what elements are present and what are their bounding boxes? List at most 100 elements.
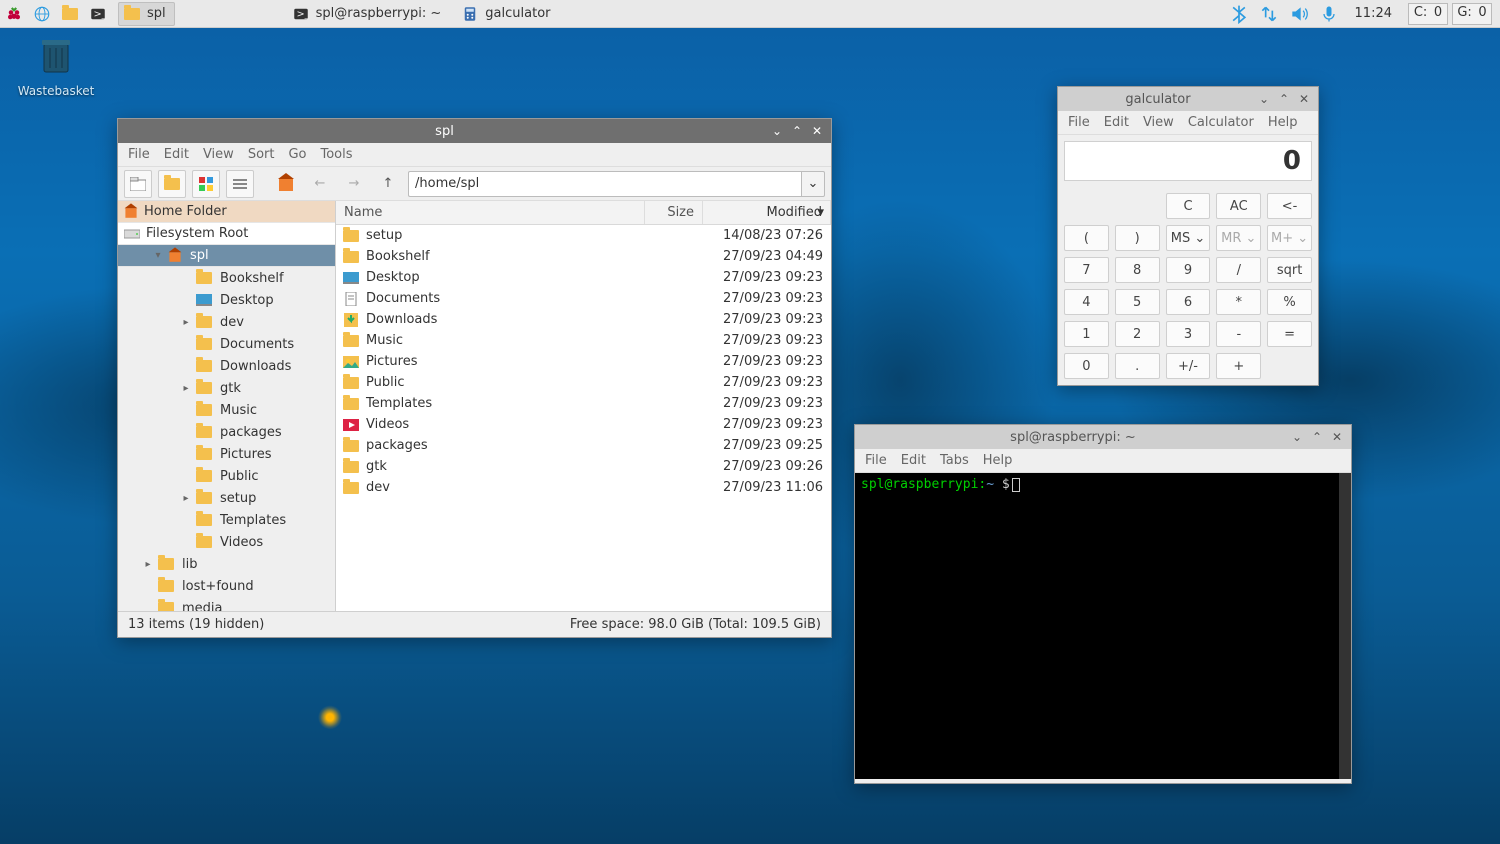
calc-key-[interactable]: / [1216, 257, 1261, 283]
close-button[interactable]: ✕ [1329, 429, 1345, 445]
terminal-scrollbar[interactable] [1339, 473, 1351, 779]
maximize-button[interactable]: ⌃ [1276, 91, 1292, 107]
tree-item[interactable]: Documents [118, 333, 335, 355]
calc-key-[interactable]: * [1216, 289, 1261, 315]
calc-key-ac[interactable]: AC [1216, 193, 1261, 219]
path-dropdown[interactable]: ⌄ [801, 171, 825, 197]
menu-file[interactable]: File [865, 453, 887, 468]
menu-tools[interactable]: Tools [321, 147, 353, 162]
tree-item[interactable]: Downloads [118, 355, 335, 377]
menu-help[interactable]: Help [1268, 115, 1298, 130]
expand-icon[interactable]: ▾ [152, 250, 164, 261]
up-button[interactable]: ↑ [374, 170, 402, 198]
tree-item[interactable]: Pictures [118, 443, 335, 465]
microphone-icon[interactable] [1319, 4, 1339, 24]
file-row[interactable]: Public27/09/23 09:23 [336, 372, 831, 393]
tree-item[interactable]: ▸setup [118, 487, 335, 509]
menu-tabs[interactable]: Tabs [940, 453, 969, 468]
calc-key-6[interactable]: 6 [1166, 289, 1211, 315]
calc-key-[interactable]: - [1216, 321, 1261, 347]
file-row[interactable]: setup14/08/23 07:26 [336, 225, 831, 246]
tree-item[interactable]: Templates [118, 509, 335, 531]
file-row[interactable]: Bookshelf27/09/23 04:49 [336, 246, 831, 267]
taskbar-item[interactable]: spl [118, 2, 175, 26]
network-icon[interactable] [1259, 4, 1279, 24]
menu-calculator[interactable]: Calculator [1188, 115, 1254, 130]
taskbar-item[interactable]: >_spl@raspberrypi: ~ [287, 2, 451, 26]
tree-item[interactable]: packages [118, 421, 335, 443]
tree-item[interactable]: Public [118, 465, 335, 487]
menu-view[interactable]: View [1143, 115, 1174, 130]
forward-button[interactable]: → [340, 170, 368, 198]
calc-key-[interactable]: % [1267, 289, 1312, 315]
calc-key-0[interactable]: 0 [1064, 353, 1109, 379]
calc-key-7[interactable]: 7 [1064, 257, 1109, 283]
file-row[interactable]: packages27/09/23 09:25 [336, 435, 831, 456]
menu-edit[interactable]: Edit [164, 147, 189, 162]
calc-key-[interactable]: <- [1267, 193, 1312, 219]
expand-icon[interactable]: ▸ [180, 493, 192, 504]
calc-key-[interactable]: +/- [1166, 353, 1211, 379]
calc-key-[interactable]: + [1216, 353, 1261, 379]
places-filesystem-root[interactable]: Filesystem Root [118, 223, 335, 245]
tree-item[interactable]: Bookshelf [118, 267, 335, 289]
new-tab-button[interactable] [124, 170, 152, 198]
home-button[interactable] [272, 170, 300, 198]
file-row[interactable]: Downloads27/09/23 09:23 [336, 309, 831, 330]
calc-key-4[interactable]: 4 [1064, 289, 1109, 315]
tree-item[interactable]: Music [118, 399, 335, 421]
tree-item[interactable]: Videos [118, 531, 335, 553]
menu-help[interactable]: Help [983, 453, 1013, 468]
volume-icon[interactable] [1289, 4, 1309, 24]
column-modified[interactable]: Modified▾ [703, 201, 831, 224]
tray-monitor-box[interactable]: C: 0 [1408, 3, 1448, 25]
tree-item[interactable]: ▾spl [118, 245, 335, 267]
calc-key-1[interactable]: 1 [1064, 321, 1109, 347]
close-button[interactable]: ✕ [1296, 91, 1312, 107]
tree-item[interactable]: lost+found [118, 575, 335, 597]
tree-item[interactable]: ▸gtk [118, 377, 335, 399]
tree-item[interactable]: ▸lib [118, 553, 335, 575]
calc-key-[interactable]: ( [1064, 225, 1109, 251]
thumbnail-view-button[interactable] [192, 170, 220, 198]
calc-key-ms[interactable]: MS ⌄ [1166, 225, 1211, 251]
path-input[interactable] [408, 171, 801, 197]
icon-view-button[interactable] [158, 170, 186, 198]
file-row[interactable]: Videos27/09/23 09:23 [336, 414, 831, 435]
menu-file[interactable]: File [1068, 115, 1090, 130]
calc-key-[interactable]: . [1115, 353, 1160, 379]
tree-item[interactable]: ▸dev [118, 311, 335, 333]
file-row[interactable]: Desktop27/09/23 09:23 [336, 267, 831, 288]
tree-item[interactable]: Desktop [118, 289, 335, 311]
calc-key-[interactable]: = [1267, 321, 1312, 347]
file-row[interactable]: Templates27/09/23 09:23 [336, 393, 831, 414]
file-manager-launcher[interactable] [56, 0, 84, 28]
minimize-button[interactable]: ⌄ [1256, 91, 1272, 107]
menu-edit[interactable]: Edit [901, 453, 926, 468]
file-row[interactable]: Documents27/09/23 09:23 [336, 288, 831, 309]
file-manager-titlebar[interactable]: spl ⌄ ⌃ ✕ [118, 119, 831, 143]
places-home-folder[interactable]: Home Folder [118, 201, 335, 223]
taskbar-item[interactable]: galculator [456, 2, 559, 26]
back-button[interactable]: ← [306, 170, 334, 198]
file-list-rows[interactable]: setup14/08/23 07:26Bookshelf27/09/23 04:… [336, 225, 831, 611]
column-name[interactable]: Name [336, 201, 645, 224]
terminal-titlebar[interactable]: spl@raspberrypi: ~ ⌄ ⌃ ✕ [855, 425, 1351, 449]
menu-edit[interactable]: Edit [1104, 115, 1129, 130]
calc-key-[interactable]: ) [1115, 225, 1160, 251]
tray-monitor-box[interactable]: G: 0 [1452, 3, 1492, 25]
terminal-body[interactable]: spl@raspberrypi:~ $ [855, 473, 1351, 779]
expand-icon[interactable]: ▸ [142, 559, 154, 570]
terminal-launcher[interactable]: >_ [84, 0, 112, 28]
calc-key-sqrt[interactable]: sqrt [1267, 257, 1312, 283]
minimize-button[interactable]: ⌄ [769, 123, 785, 139]
calc-key-3[interactable]: 3 [1166, 321, 1211, 347]
start-menu-button[interactable] [0, 0, 28, 28]
calc-key-5[interactable]: 5 [1115, 289, 1160, 315]
close-button[interactable]: ✕ [809, 123, 825, 139]
calc-key-m[interactable]: M+ ⌄ [1267, 225, 1312, 251]
tree-item[interactable]: media [118, 597, 335, 611]
desktop-icon-wastebasket[interactable]: Wastebasket [16, 36, 96, 98]
maximize-button[interactable]: ⌃ [1309, 429, 1325, 445]
file-row[interactable]: gtk27/09/23 09:26 [336, 456, 831, 477]
